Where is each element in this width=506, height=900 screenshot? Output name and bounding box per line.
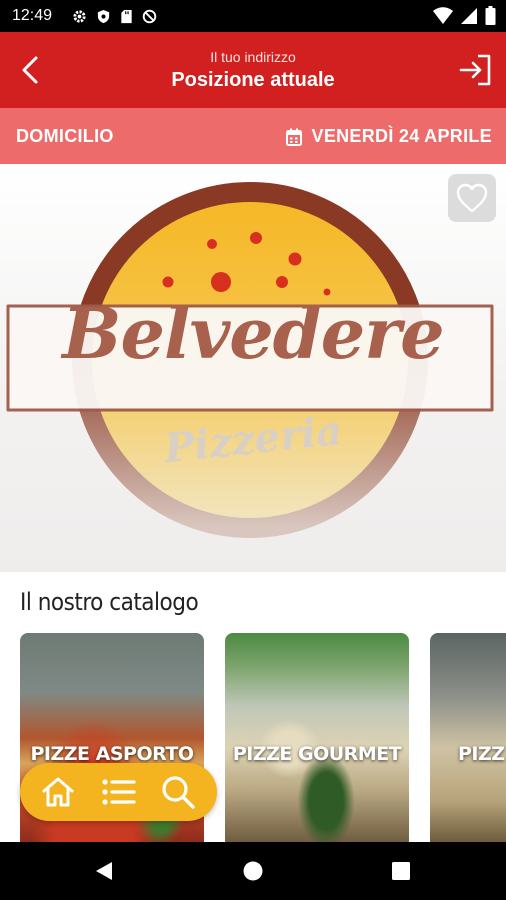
bottom-nav: [20, 763, 217, 821]
heart-icon: [456, 183, 488, 213]
catalog-title: Il nostro catalogo: [20, 588, 199, 616]
catalog-card-label: PIZZE GOURMET: [232, 743, 402, 765]
calendar-icon: [285, 128, 302, 146]
home-icon[interactable]: [40, 774, 76, 810]
status-bar: 12:49: [0, 0, 506, 32]
list-icon[interactable]: [100, 774, 136, 810]
battery-icon: [485, 6, 496, 25]
login-icon[interactable]: [458, 52, 494, 88]
sdcard-icon: [121, 9, 132, 23]
gear-icon: [73, 9, 86, 23]
delivery-date[interactable]: VENERDÌ 24 APRILE: [285, 126, 492, 147]
status-time: 12:49: [12, 7, 53, 24]
delivery-strip: DOMICILIO VENERDÌ 24 APRILE: [0, 108, 506, 164]
brand-name: Belvedere: [62, 292, 444, 375]
restaurant-hero: Belvedere Pizzeria: [0, 164, 506, 572]
back-icon[interactable]: [92, 859, 116, 883]
page-title[interactable]: Posizione attuale: [0, 69, 506, 92]
delivery-date-label: VENERDÌ 24 APRILE: [311, 126, 492, 146]
delivery-mode[interactable]: DOMICILIO: [16, 126, 114, 147]
no-disturb-icon: [142, 9, 157, 23]
system-nav-bar: [0, 842, 506, 900]
shield-icon: [97, 9, 110, 23]
catalog-card[interactable]: PIZZE GOURMET: [225, 633, 409, 843]
address-subtitle: Il tuo indirizzo: [210, 49, 296, 65]
search-icon[interactable]: [160, 774, 196, 810]
favorite-button[interactable]: [448, 174, 496, 222]
app-header: Il tuo indirizzo Posizione attuale: [0, 32, 506, 108]
home-button-icon[interactable]: [241, 859, 265, 883]
catalog-card[interactable]: PIZZ: [430, 633, 506, 843]
catalog-card-label: PIZZ: [458, 743, 505, 765]
recents-icon[interactable]: [389, 859, 413, 883]
wifi-icon: [433, 6, 453, 24]
signal-icon: [461, 7, 477, 24]
catalog-card-label: PIZZE ASPORTO: [30, 743, 195, 765]
